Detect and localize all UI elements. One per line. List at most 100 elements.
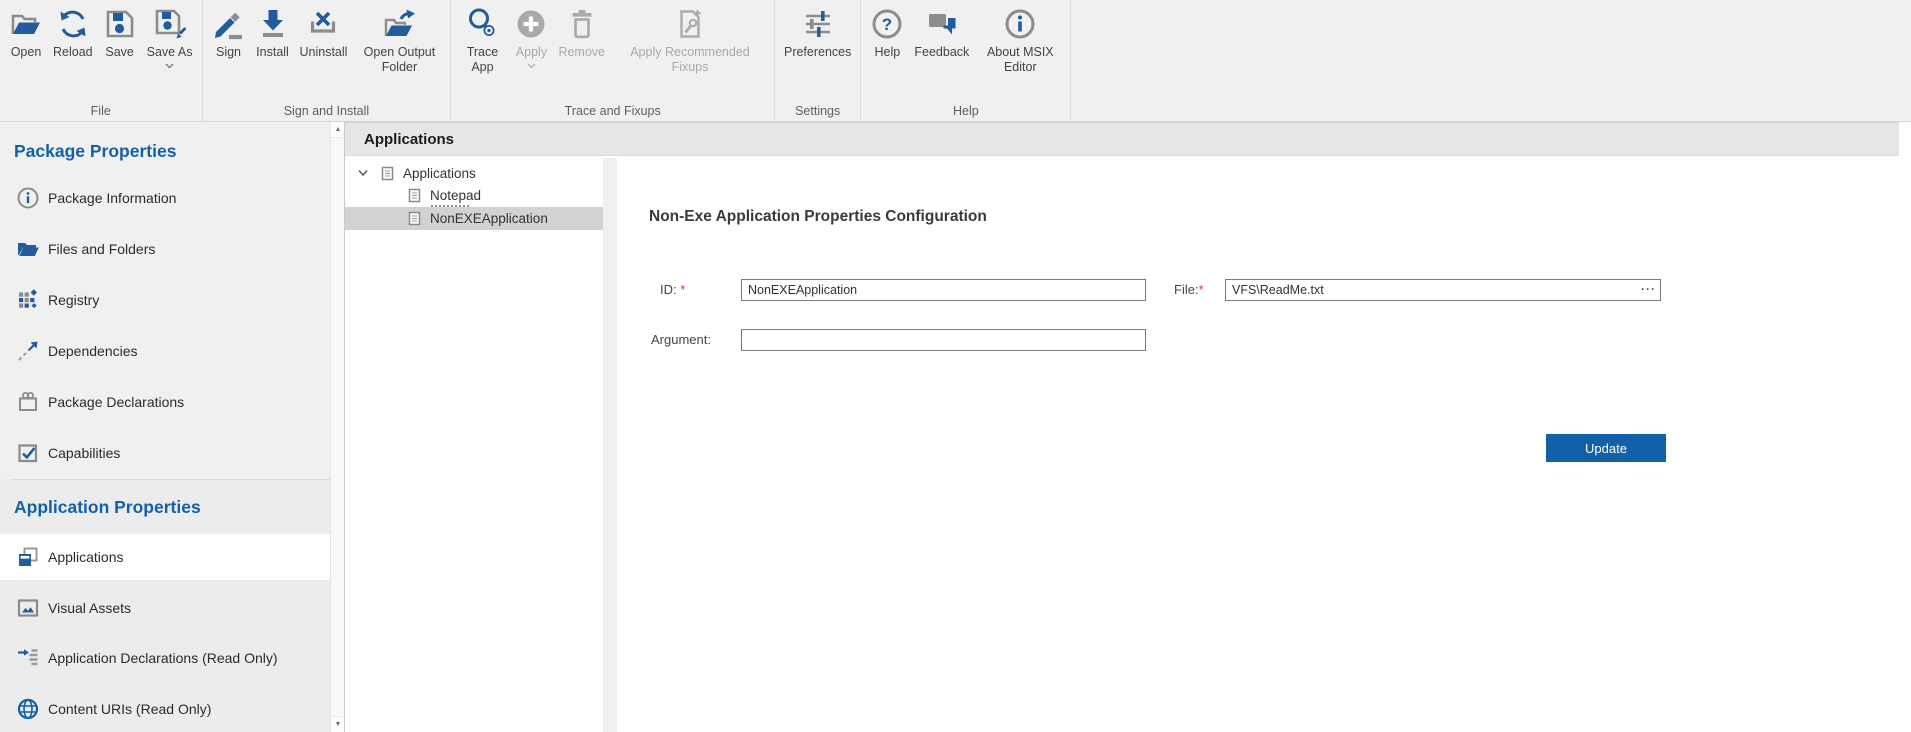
- argument-field-wrap: [741, 329, 1146, 351]
- package-properties-header: Package Properties: [0, 138, 330, 164]
- reload-icon: [56, 7, 90, 41]
- sidebar-item-dependencies[interactable]: Dependencies: [0, 325, 330, 376]
- tree-expander-chevron-icon[interactable]: [357, 167, 369, 179]
- open-button[interactable]: Open: [4, 0, 48, 60]
- apply-recommended-fixups-button[interactable]: Apply Recommended Fixups: [610, 0, 770, 75]
- document-icon: [380, 166, 395, 181]
- sidebar-scrollbar[interactable]: ▲ ▼: [330, 122, 345, 732]
- save-button[interactable]: Save: [98, 0, 142, 60]
- chevron-down-icon[interactable]: [165, 63, 174, 69]
- install-button[interactable]: Install: [251, 0, 295, 60]
- apply-plus-icon: [514, 7, 548, 41]
- required-asterisk: *: [1199, 282, 1204, 297]
- update-button[interactable]: Update: [1546, 434, 1666, 462]
- preferences-label: Preferences: [784, 45, 851, 60]
- open-output-folder-button[interactable]: Open Output Folder: [352, 0, 446, 75]
- sidebar-item-files-and-folders[interactable]: Files and Folders: [0, 223, 330, 274]
- sidebar-item-registry[interactable]: Registry: [0, 274, 330, 325]
- ribbon-group-trace-fixups: Trace App Apply Remove: [451, 0, 775, 121]
- package-information-icon: [16, 186, 40, 210]
- sidebar-item-label: Registry: [48, 292, 99, 308]
- sidebar-item-capabilities[interactable]: Capabilities: [0, 427, 330, 478]
- feedback-button[interactable]: Feedback: [909, 0, 974, 60]
- sidebar-item-application-declarations[interactable]: Application Declarations (Read Only): [0, 635, 330, 681]
- form-heading: Non-Exe Application Properties Configura…: [649, 208, 987, 226]
- tree-node-nonexeapplication[interactable]: NonEXEApplication: [345, 207, 603, 230]
- ribbon-empty-space: [1071, 0, 1911, 121]
- about-msix-editor-button[interactable]: About MSIX Editor: [974, 0, 1066, 75]
- capabilities-checkbox-icon: [16, 441, 40, 465]
- feedback-icon: [925, 7, 959, 41]
- apply-button[interactable]: Apply: [509, 0, 553, 69]
- scroll-down-icon[interactable]: ▼: [331, 716, 345, 732]
- save-as-button[interactable]: Save As: [142, 0, 198, 69]
- apply-recommended-fixups-label: Apply Recommended Fixups: [615, 45, 765, 75]
- argument-field-label: Argument:: [651, 332, 711, 347]
- package-declarations-icon: [16, 390, 40, 414]
- sidebar-item-applications[interactable]: Applications: [0, 534, 330, 580]
- uninstall-label: Uninstall: [300, 45, 348, 60]
- browse-ellipsis-icon[interactable]: ···: [1641, 279, 1656, 301]
- trace-app-icon: [465, 7, 499, 41]
- install-icon: [256, 7, 290, 41]
- ribbon-toolbar: Open Reload Save: [0, 0, 1911, 122]
- sign-label: Sign: [216, 45, 241, 60]
- document-icon: [407, 211, 422, 226]
- apply-label: Apply: [516, 45, 547, 60]
- save-icon: [103, 7, 137, 41]
- trace-app-label: Trace App: [460, 45, 504, 75]
- sign-button[interactable]: Sign: [207, 0, 251, 60]
- document-icon: [407, 188, 422, 203]
- argument-input[interactable]: [741, 329, 1146, 351]
- tree-node-notepad[interactable]: Notepad: [407, 184, 481, 206]
- open-label: Open: [11, 45, 42, 60]
- tree-node-applications[interactable]: Applications: [357, 162, 476, 184]
- sidebar-item-label: Application Declarations (Read Only): [48, 650, 278, 666]
- open-output-folder-icon: [382, 7, 416, 41]
- ribbon-group-label-settings: Settings: [775, 104, 860, 118]
- id-input[interactable]: [741, 279, 1146, 301]
- sidebar-item-visual-assets[interactable]: Visual Assets: [0, 585, 330, 631]
- uninstall-button[interactable]: Uninstall: [295, 0, 353, 60]
- dependencies-icon: [16, 339, 40, 363]
- preferences-button[interactable]: Preferences: [779, 0, 856, 60]
- scroll-up-icon[interactable]: ▲: [331, 122, 345, 138]
- sidebar-item-content-uris[interactable]: Content URIs (Read Only): [0, 686, 330, 732]
- remove-button[interactable]: Remove: [553, 0, 610, 60]
- help-button[interactable]: ? Help: [865, 0, 909, 60]
- sidebar-item-package-information[interactable]: Package Information: [0, 172, 330, 223]
- sidebar-item-label: Package Declarations: [48, 394, 184, 410]
- sidebar-item-package-declarations[interactable]: Package Declarations: [0, 376, 330, 427]
- save-as-label: Save As: [147, 45, 193, 60]
- install-label: Install: [256, 45, 289, 60]
- file-field-label: File:*: [1174, 282, 1204, 297]
- about-info-icon: [1003, 7, 1037, 41]
- application-properties-header: Application Properties: [0, 480, 330, 534]
- files-folders-icon: [16, 237, 40, 261]
- reload-button[interactable]: Reload: [48, 0, 98, 60]
- sidebar-item-label: Capabilities: [48, 445, 120, 461]
- ribbon-group-label-sign-install: Sign and Install: [203, 104, 451, 118]
- visual-assets-image-icon: [16, 596, 40, 620]
- id-field-label: ID: *: [660, 282, 685, 297]
- registry-icon: [16, 288, 40, 312]
- ribbon-group-file: Open Reload Save: [0, 0, 203, 121]
- help-label: Help: [875, 45, 901, 60]
- sidebar-item-label: Dependencies: [48, 343, 138, 359]
- id-field-wrap: [741, 279, 1146, 301]
- tree-node-label: NonEXEApplication: [430, 211, 548, 226]
- page-title: Applications: [364, 131, 454, 148]
- open-output-folder-label: Open Output Folder: [357, 45, 441, 75]
- sidebar-item-label: Package Information: [48, 190, 176, 206]
- navigation-sidebar: Package Properties Package Information F…: [0, 122, 330, 732]
- panel-gutter: [603, 158, 617, 732]
- trace-app-button[interactable]: Trace App: [455, 0, 509, 75]
- ribbon-group-label-file: File: [0, 104, 202, 118]
- ribbon-group-help: ? Help Feedback About MSIX Editor Help: [861, 0, 1071, 121]
- applications-windows-icon: [16, 545, 40, 569]
- remove-trash-icon: [565, 7, 599, 41]
- sidebar-item-label: Visual Assets: [48, 600, 131, 616]
- ribbon-group-settings: Preferences Settings: [775, 0, 861, 121]
- sidebar-item-label: Files and Folders: [48, 241, 155, 257]
- file-input[interactable]: [1225, 279, 1661, 301]
